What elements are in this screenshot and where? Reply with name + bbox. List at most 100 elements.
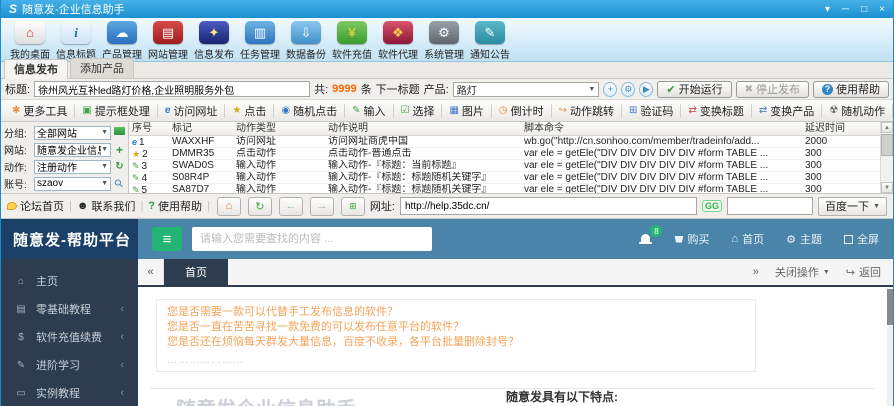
close-operations-button[interactable]: 关闭操作 ▼ <box>775 264 830 280</box>
site-tab-home[interactable]: 首页 <box>164 259 228 285</box>
site-search-input[interactable] <box>192 227 432 251</box>
fullscreen-icon <box>844 234 853 244</box>
refresh-icon[interactable]: ↻ <box>113 161 126 172</box>
tabs-scroll-left-icon[interactable]: « <box>138 259 164 285</box>
random-click-button[interactable]: ◉ 随机点击 <box>274 103 346 118</box>
sidebar-item-home[interactable]: ⌂ 主页 <box>1 267 138 295</box>
back-button[interactable]: ← <box>278 196 303 216</box>
toolbar-item-site-mgmt[interactable]: ▤ 网站管理 <box>145 21 191 61</box>
table-row[interactable]: ✎ 3 SWAD0S 输入动作 输入动作-『标题：当前标题』 var ele = … <box>129 160 893 172</box>
select-button[interactable]: ☑ 选择 <box>394 103 443 118</box>
restore-icon[interactable]: □ <box>861 4 867 15</box>
forward-button[interactable]: → <box>309 196 334 216</box>
action-jump-button[interactable]: ↪ 动作跳转 <box>552 103 623 118</box>
pencil-icon: ✎ <box>16 359 26 371</box>
toolbar-item-backup[interactable]: ⇩ 数据备份 <box>283 21 329 61</box>
menu-item-buy[interactable]: 购买 <box>674 231 709 247</box>
refresh-button[interactable]: ↻ <box>247 196 272 216</box>
image-icon: ▦ <box>449 105 459 116</box>
tab-add-product[interactable]: 添加产品 <box>70 58 134 78</box>
site-body: ⌂ 主页 ▤ 零基础教程 ‹ $ 软件充值续费 ‹ ✎ 进阶学习 ‹ ▭ 实例教程 ‹ « 首页 … <box>1 259 893 406</box>
toolbar-item-agent[interactable]: ❖ 软件代理 <box>375 21 421 61</box>
scroll-down-icon[interactable]: ▼ <box>881 182 893 193</box>
url-input[interactable] <box>399 197 698 215</box>
toolbar-item-desktop[interactable]: ⌂ 我的桌面 <box>7 21 53 61</box>
product-go-button[interactable]: ▶ <box>639 81 654 97</box>
table-row[interactable]: ✎ 4 S08R4P 输入动作 输入动作-『标题：标题随机关键字』 var ele… <box>129 172 893 184</box>
scroll-up-icon[interactable]: ▲ <box>881 122 893 133</box>
pencil-icon: ✎ <box>132 173 140 183</box>
random-action-button[interactable]: ☢ 随机动作 <box>822 103 894 118</box>
countdown-button[interactable]: ◷ 倒计时 <box>492 103 552 118</box>
run-button[interactable]: ✔ 开始运行 <box>657 80 732 98</box>
swap-product-button[interactable]: ⇄ 变换产品 <box>752 103 823 118</box>
title-input[interactable] <box>34 81 311 97</box>
sidebar-item-recharge[interactable]: $ 软件充值续费 ‹ <box>1 323 138 351</box>
more-tools-button[interactable]: ✱ 更多工具 <box>5 103 76 118</box>
tab-publish[interactable]: 信息发布 <box>4 59 68 79</box>
hamburger-menu-icon[interactable]: ≡ <box>152 227 182 251</box>
table-row[interactable]: ★ 2 DMMR35 点击动作 点击动作-普通点击 var ele = getEl… <box>129 148 893 160</box>
sidebar-item-advanced[interactable]: ✎ 进阶学习 ‹ <box>1 351 138 379</box>
toolbar-item-task-mgmt[interactable]: ▥ 任务管理 <box>237 21 283 61</box>
toolbar-item-notice[interactable]: ✎ 通知公告 <box>467 21 513 61</box>
stop-button[interactable]: ✖ 停止发布 <box>735 80 809 98</box>
captcha-button[interactable]: ⊞ 验证码 <box>622 103 682 118</box>
search-icon[interactable]: ⚲ <box>113 177 127 191</box>
arrow-left-icon: ← <box>285 200 297 212</box>
site-brand[interactable]: 随意发-帮助平台 <box>1 219 138 259</box>
action-select[interactable]: 注册动作 ▼ <box>34 159 111 174</box>
table-scrollbar[interactable]: ▲ ▼ <box>880 122 893 193</box>
tabs-scroll-right-icon[interactable]: » <box>753 266 759 278</box>
table-row[interactable]: ✎ 5 SA87D7 输入动作 输入动作-『标题：标题随机关键字』 var ele… <box>129 184 893 193</box>
home-button[interactable]: ⌂ <box>216 196 241 216</box>
menu-item-home[interactable]: ⌂ 首页 <box>731 231 764 247</box>
site-top-menu: 8 购买 ⌂ 首页 ⚙ 主题 全屏 <box>639 225 879 247</box>
toolbar-item-system[interactable]: ⚙ 系统管理 <box>421 21 467 61</box>
page-scrollbar[interactable] <box>887 289 893 406</box>
swap-title-button[interactable]: ⇄ 变换标题 <box>681 103 752 118</box>
product-select[interactable]: 路灯 ▼ <box>452 81 600 97</box>
folder-icon[interactable] <box>113 127 126 138</box>
sidebar-item-basics[interactable]: ▤ 零基础教程 ‹ <box>1 295 138 323</box>
prompt-handler-button[interactable]: ▣ 提示框处理 <box>75 103 158 118</box>
site-header: 随意发-帮助平台 ≡ 8 购买 ⌂首页 ⚙主题 全屏 <box>1 219 893 259</box>
menu-icon[interactable]: ▾ <box>825 4 830 15</box>
image-button[interactable]: ▦ 图片 <box>442 103 492 118</box>
toolbar-item-publish[interactable]: ✦ 信息发布 <box>191 21 237 61</box>
account-select[interactable]: szaov ▼ <box>34 176 111 191</box>
baidu-search-input[interactable] <box>727 197 814 215</box>
close-icon[interactable]: × <box>879 4 885 15</box>
toolbar-item-info-title[interactable]: i 信息标题 <box>53 21 99 61</box>
click-button[interactable]: ★ 点击 <box>225 103 275 118</box>
notifications-bell-icon[interactable]: 8 <box>639 225 663 245</box>
return-button[interactable]: ↪ 返回 <box>846 264 881 280</box>
minimize-icon[interactable]: ─ <box>842 4 849 15</box>
product-settings-button[interactable]: ⚙ <box>621 81 636 97</box>
home-icon: ⌂ <box>17 275 25 287</box>
factory-icon: ▤ <box>153 21 183 44</box>
info-icon: i <box>61 21 91 44</box>
help-button[interactable]: ? 使用帮助 <box>813 80 889 98</box>
scroll-thumb[interactable] <box>887 289 893 325</box>
site-select[interactable]: 随意发企业信息助手▼ <box>34 142 111 157</box>
group-select[interactable]: 全部网站 ▼ <box>34 125 111 140</box>
contact-us-link[interactable]: ☻ 联系我们 <box>77 198 136 214</box>
input-button[interactable]: ✎ 输入 <box>345 103 394 118</box>
toolbar-item-product-mgmt[interactable]: ☁ 产品管理 <box>99 21 145 61</box>
add-icon[interactable]: + <box>113 143 126 157</box>
toolbar-item-recharge[interactable]: ¥ 软件充值 <box>329 21 375 61</box>
product-heading: 随意发企业信息助手 <box>176 393 356 406</box>
expand-button[interactable]: ⊞ <box>340 196 365 216</box>
help-link[interactable]: ? 使用帮助 <box>148 198 202 214</box>
menu-item-fullscreen[interactable]: 全屏 <box>844 231 879 247</box>
table-row[interactable]: e1 WAXXHF 访问网址 访问网址商虎中国 wb.go("http://cn… <box>129 136 893 148</box>
sidebar-item-examples[interactable]: ▭ 实例教程 ‹ <box>1 379 138 406</box>
scroll-thumb[interactable] <box>881 134 893 156</box>
clock-icon: ◷ <box>498 105 508 116</box>
forum-home-link[interactable]: 论坛首页 <box>7 198 64 214</box>
baidu-search-button[interactable]: 百度一下 ▼ <box>818 196 887 216</box>
visit-url-button[interactable]: e 访问网址 <box>158 103 226 118</box>
menu-item-theme[interactable]: ⚙ 主题 <box>786 231 822 247</box>
add-product-button[interactable]: + <box>603 81 618 97</box>
